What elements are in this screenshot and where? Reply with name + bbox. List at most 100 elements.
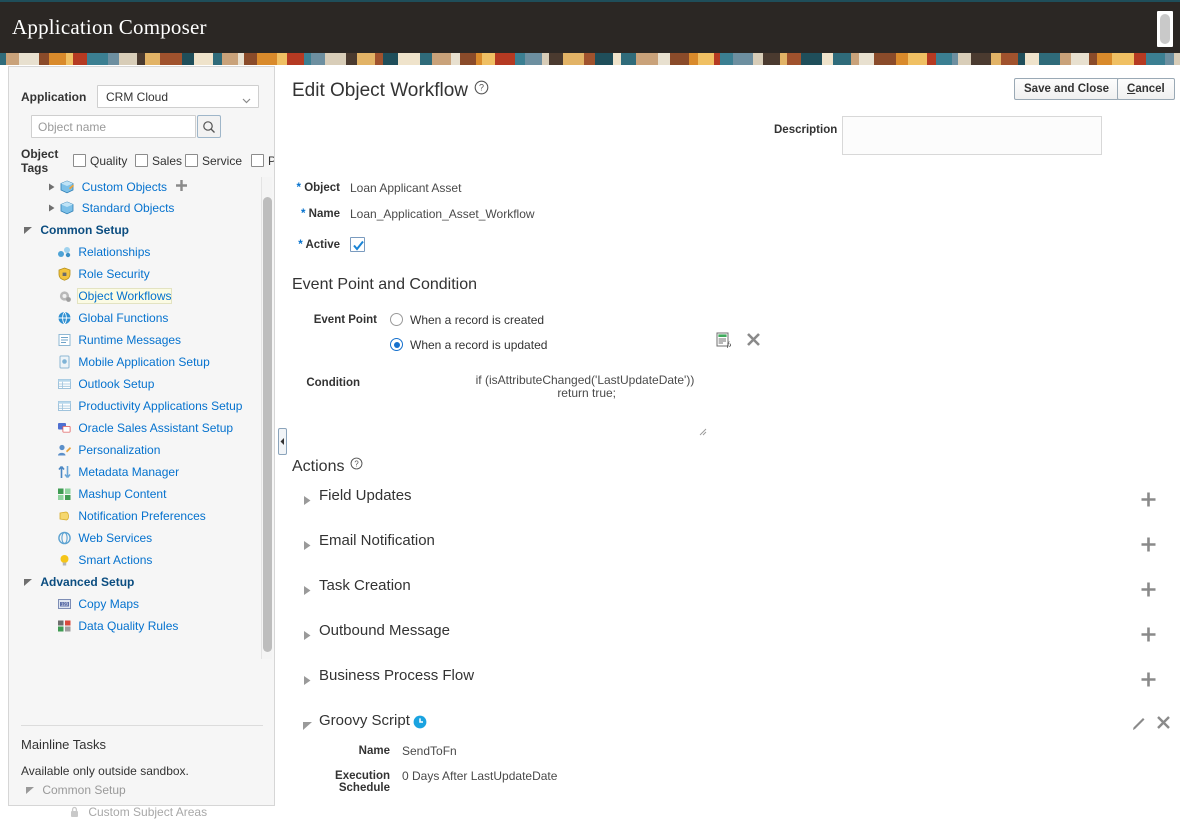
tree-group-advanced-setup[interactable]: Advanced Setup (23, 575, 134, 597)
sidebar-item-notification-preferences[interactable]: Notification Preferences (57, 509, 206, 531)
tag-sales[interactable]: Sales (135, 154, 182, 170)
sidebar-item-productivity-applications-setup[interactable]: Productivity Applications Setup (57, 399, 242, 421)
sidebar-link-relationships[interactable]: Relationships (78, 245, 150, 259)
radio-button[interactable] (390, 338, 403, 351)
sidebar-link-role-security[interactable]: Role Security (78, 267, 149, 281)
page-scrollbar[interactable] (1157, 11, 1173, 47)
triangle-right-icon[interactable] (302, 630, 313, 641)
sidebar-link-global-functions[interactable]: Global Functions (78, 311, 168, 325)
banner-stripe (137, 53, 145, 65)
sidebar-link-web-services[interactable]: Web Services (78, 531, 152, 545)
sidebar-link-copy-maps[interactable]: Copy Maps (78, 597, 139, 611)
radio-when-record-updated[interactable]: When a record is updated (390, 338, 547, 356)
sidebar-item-global-functions[interactable]: Global Functions (57, 311, 168, 333)
close-x-icon[interactable] (1156, 715, 1171, 733)
expression-editor-icon[interactable]: fx (716, 332, 733, 351)
sidebar-link-notification-preferences[interactable]: Notification Preferences (78, 509, 205, 523)
sidebar-item-object-workflows[interactable]: Object Workflows (57, 288, 173, 311)
tree-link-custom-objects[interactable]: Custom Objects (82, 180, 167, 194)
sidebar-item-mashup-content[interactable]: Mashup Content (57, 487, 166, 509)
checkbox-service[interactable] (185, 154, 198, 167)
action-row-email-notification[interactable]: Email Notification (298, 531, 1168, 561)
triangle-right-icon[interactable] (302, 540, 313, 551)
triangle-down-icon[interactable] (302, 720, 313, 734)
sidebar-item-mobile-application-setup[interactable]: Mobile Application Setup (57, 355, 210, 377)
active-checkbox[interactable] (350, 237, 365, 252)
sidebar-item-web-services[interactable]: Web Services (57, 531, 152, 553)
triangle-right-icon[interactable] (302, 675, 313, 686)
vertical-scrollbar-thumb[interactable] (1160, 14, 1170, 44)
tree-group-common-setup[interactable]: Common Setup (23, 223, 129, 245)
banner-stripe (304, 53, 311, 65)
tree-node-standard-objects[interactable]: Standard Objects (47, 201, 174, 223)
triangle-right-icon[interactable] (302, 495, 313, 506)
sidebar-item-copy-maps[interactable]: 123 Copy Maps (57, 597, 139, 619)
banner-stripe (698, 53, 714, 65)
condition-field[interactable]: if (isAttributeChanged('LastUpdateDate')… (370, 372, 800, 434)
plus-icon[interactable] (1140, 671, 1157, 688)
search-input[interactable] (31, 115, 196, 138)
sidebar-scrollbar-thumb[interactable] (263, 197, 272, 652)
collapse-left-icon[interactable] (278, 428, 287, 455)
plus-icon[interactable] (1140, 581, 1157, 598)
triangle-right-icon[interactable] (47, 182, 57, 192)
tag-quality[interactable]: Quality (73, 154, 127, 170)
radio-when-record-created[interactable]: When a record is created (390, 313, 544, 331)
help-circle-icon[interactable]: ? (474, 79, 489, 100)
cancel-button[interactable]: Cancel (1117, 78, 1175, 100)
close-x-icon[interactable] (746, 332, 761, 350)
action-row-field-updates[interactable]: Field Updates (298, 486, 1168, 516)
sidebar-item-personalization[interactable]: Personalization (57, 443, 160, 465)
application-select[interactable]: CRM Cloud (97, 85, 259, 108)
sidebar-item-outlook-setup[interactable]: Outlook Setup (57, 377, 154, 399)
sidebar-link-runtime-messages[interactable]: Runtime Messages (78, 333, 181, 347)
search-button[interactable] (197, 115, 221, 138)
action-row-business-process-flow[interactable]: Business Process Flow (298, 666, 1168, 696)
sidebar-link-oracle-sales-assistant-setup[interactable]: Oracle Sales Assistant Setup (78, 421, 233, 435)
pencil-icon[interactable] (1131, 716, 1147, 735)
plus-icon[interactable] (1140, 626, 1157, 643)
sidebar-link-personalization[interactable]: Personalization (78, 443, 160, 457)
checkbox-quality[interactable] (73, 154, 86, 167)
checkbox-pr[interactable] (251, 154, 264, 167)
sidebar-item-data-quality-rules[interactable]: Data Quality Rules (57, 619, 178, 641)
tag-pr[interactable]: PR (251, 154, 274, 170)
sidebar-item-metadata-manager[interactable]: Metadata Manager (57, 465, 179, 487)
triangle-right-icon[interactable] (47, 203, 57, 213)
description-field[interactable] (842, 116, 1102, 155)
sidebar-scrollbar[interactable] (261, 177, 272, 659)
triangle-down-icon[interactable] (23, 577, 33, 587)
triangle-down-icon[interactable] (23, 225, 33, 235)
condition-label: Condition (306, 377, 360, 389)
action-row-groovy-script[interactable]: Groovy Script (298, 711, 1171, 739)
tree-link-standard-objects[interactable]: Standard Objects (82, 201, 175, 215)
radio-button[interactable] (390, 313, 403, 326)
tag-service[interactable]: Service (185, 154, 242, 170)
sidebar-link-outlook-setup[interactable]: Outlook Setup (78, 377, 154, 391)
sidebar-item-runtime-messages[interactable]: Runtime Messages (57, 333, 181, 355)
resize-grip-icon[interactable] (698, 425, 707, 436)
sidebar-link-object-workflows[interactable]: Object Workflows (77, 288, 173, 304)
help-circle-icon[interactable]: ? (350, 457, 363, 474)
sidebar-link-smart-actions[interactable]: Smart Actions (78, 553, 152, 567)
add-custom-object-icon[interactable] (175, 179, 188, 195)
save-and-close-button[interactable]: Save and Close (1014, 78, 1120, 100)
action-row-outbound-message[interactable]: Outbound Message (298, 621, 1168, 651)
sidebar-item-smart-actions[interactable]: Smart Actions (57, 553, 152, 575)
sidebar-link-mobile-application-setup[interactable]: Mobile Application Setup (78, 355, 209, 369)
sidebar-item-role-security[interactable]: Role Security (57, 267, 150, 289)
sidebar-link-data-quality-rules[interactable]: Data Quality Rules (78, 619, 178, 633)
tree-node-custom-objects[interactable]: Custom Objects (47, 179, 188, 201)
sidebar-link-metadata-manager[interactable]: Metadata Manager (78, 465, 179, 479)
triangle-right-icon[interactable] (302, 585, 313, 596)
sidebar-item-relationships[interactable]: Relationships (57, 245, 150, 267)
plus-icon[interactable] (1140, 536, 1157, 553)
banner-stripe (287, 53, 304, 65)
plus-icon[interactable] (1140, 491, 1157, 508)
sidebar-link-productivity-applications-setup[interactable]: Productivity Applications Setup (78, 399, 242, 413)
checkbox-sales[interactable] (135, 154, 148, 167)
sidebar-item-oracle-sales-assistant-setup[interactable]: Oracle Sales Assistant Setup (57, 421, 233, 443)
action-row-task-creation[interactable]: Task Creation (298, 576, 1168, 606)
banner-stripe (1060, 53, 1071, 65)
sidebar-link-mashup-content[interactable]: Mashup Content (78, 487, 166, 501)
